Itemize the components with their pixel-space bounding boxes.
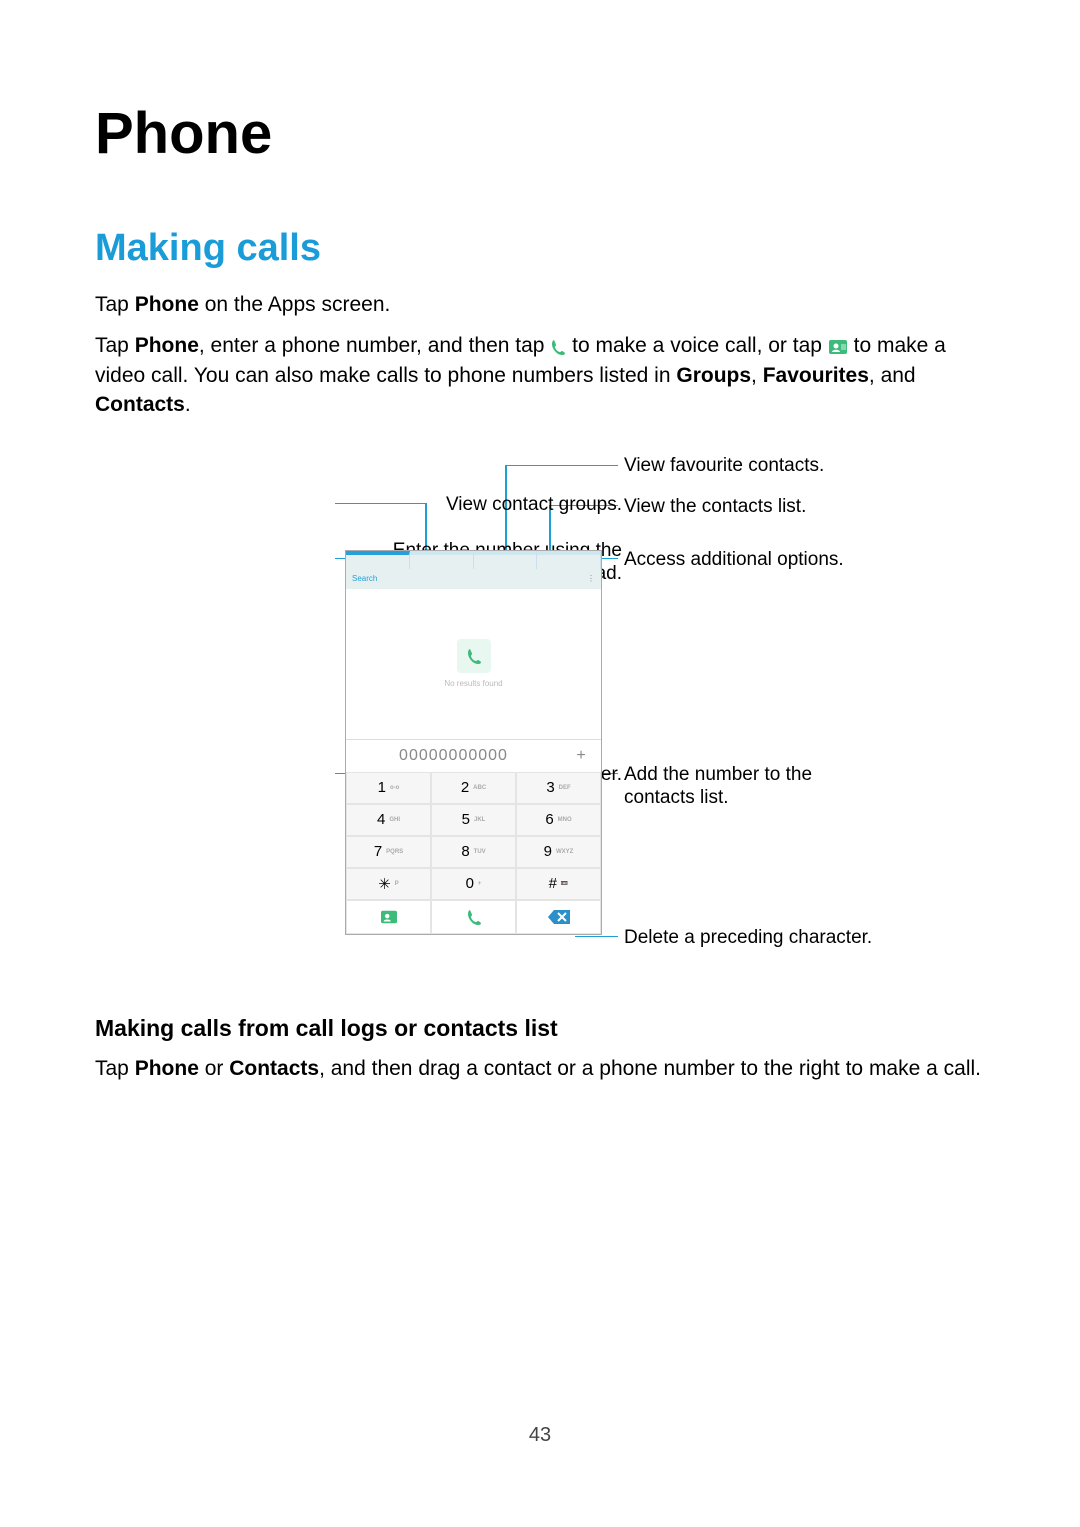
bold-phone: Phone	[135, 334, 199, 357]
video-call-icon	[828, 338, 848, 356]
label-add-1: Add the number to the	[624, 764, 812, 785]
key-6[interactable]: 6MNO	[516, 804, 601, 836]
page-title: Phone	[95, 100, 985, 167]
text: , and then drag a contact or a phone num…	[319, 1057, 981, 1080]
subsection-heading: Making calls from call logs or contacts …	[95, 1015, 985, 1042]
bold-contacts: Contacts	[95, 393, 185, 416]
keypad-diagram: View contact groups. Enter the number us…	[95, 445, 985, 975]
label-add-2: contacts list.	[624, 787, 729, 808]
text: , and	[869, 364, 916, 387]
call-icon	[550, 338, 566, 356]
text: Tap	[95, 293, 135, 316]
key-5[interactable]: 5JKL	[431, 804, 516, 836]
voice-call-button[interactable]	[431, 900, 516, 934]
bold-groups: Groups	[676, 364, 751, 387]
more-icon[interactable]: ⋮	[587, 574, 595, 583]
text: or	[199, 1057, 229, 1080]
page-number: 43	[0, 1424, 1080, 1447]
text: Tap	[95, 1057, 135, 1080]
section-heading: Making calls	[95, 227, 985, 270]
callout-line	[575, 936, 618, 938]
text: on the Apps screen.	[199, 293, 390, 316]
key-1[interactable]: 1o-o	[346, 772, 431, 804]
bold-phone: Phone	[135, 293, 199, 316]
search-text: Search	[352, 574, 377, 583]
tab-contacts[interactable]	[537, 551, 601, 569]
text: ,	[751, 364, 763, 387]
p3: Tap Phone or Contacts, and then drag a c…	[95, 1054, 985, 1083]
label-access-options: Access additional options.	[624, 548, 844, 572]
label-view-contacts: View the contacts list.	[624, 495, 806, 519]
tab-bar	[346, 551, 601, 569]
label-delete-char: Delete a preceding character.	[624, 926, 872, 950]
text: Tap	[95, 334, 135, 357]
callout-line	[335, 503, 425, 505]
key-0[interactable]: 0+	[431, 868, 516, 900]
add-contact-button[interactable]: +	[561, 747, 601, 765]
intro-p1: Tap Phone on the Apps screen.	[95, 290, 985, 319]
tab-keypad[interactable]	[346, 551, 410, 569]
bold-favourites: Favourites	[763, 364, 869, 387]
key-8[interactable]: 8TUV	[431, 836, 516, 868]
key-hash[interactable]: #📼	[516, 868, 601, 900]
phone-screenshot: Search ⋮ No results found 00000000000 + …	[345, 550, 602, 935]
label-view-groups: View contact groups.	[446, 493, 622, 517]
no-results-text: No results found	[444, 679, 502, 688]
video-call-button[interactable]	[346, 900, 431, 934]
backspace-button[interactable]	[516, 900, 601, 934]
key-9[interactable]: 9WXYZ	[516, 836, 601, 868]
tab-favourites[interactable]	[474, 551, 538, 569]
label-view-fav: View favourite contacts.	[624, 454, 824, 478]
key-star[interactable]: ✳P	[346, 868, 431, 900]
number-preview: 00000000000	[346, 747, 561, 765]
search-row[interactable]: Search ⋮	[346, 569, 601, 589]
bold-contacts: Contacts	[229, 1057, 319, 1080]
voicemail-icon: 📼	[561, 880, 568, 887]
key-4[interactable]: 4GHI	[346, 804, 431, 836]
call-tile-icon	[457, 639, 491, 673]
callout-line	[505, 465, 618, 467]
number-preview-row: 00000000000 +	[346, 739, 601, 772]
key-2[interactable]: 2ABC	[431, 772, 516, 804]
text: .	[185, 393, 191, 416]
text: to make a voice call, or tap	[566, 334, 827, 357]
preview-area: No results found	[346, 589, 601, 739]
tab-groups[interactable]	[410, 551, 474, 569]
intro-p2: Tap Phone, enter a phone number, and the…	[95, 331, 985, 419]
text: , enter a phone number, and then tap	[199, 334, 550, 357]
key-3[interactable]: 3DEF	[516, 772, 601, 804]
bold-phone: Phone	[135, 1057, 199, 1080]
key-7[interactable]: 7PQRS	[346, 836, 431, 868]
